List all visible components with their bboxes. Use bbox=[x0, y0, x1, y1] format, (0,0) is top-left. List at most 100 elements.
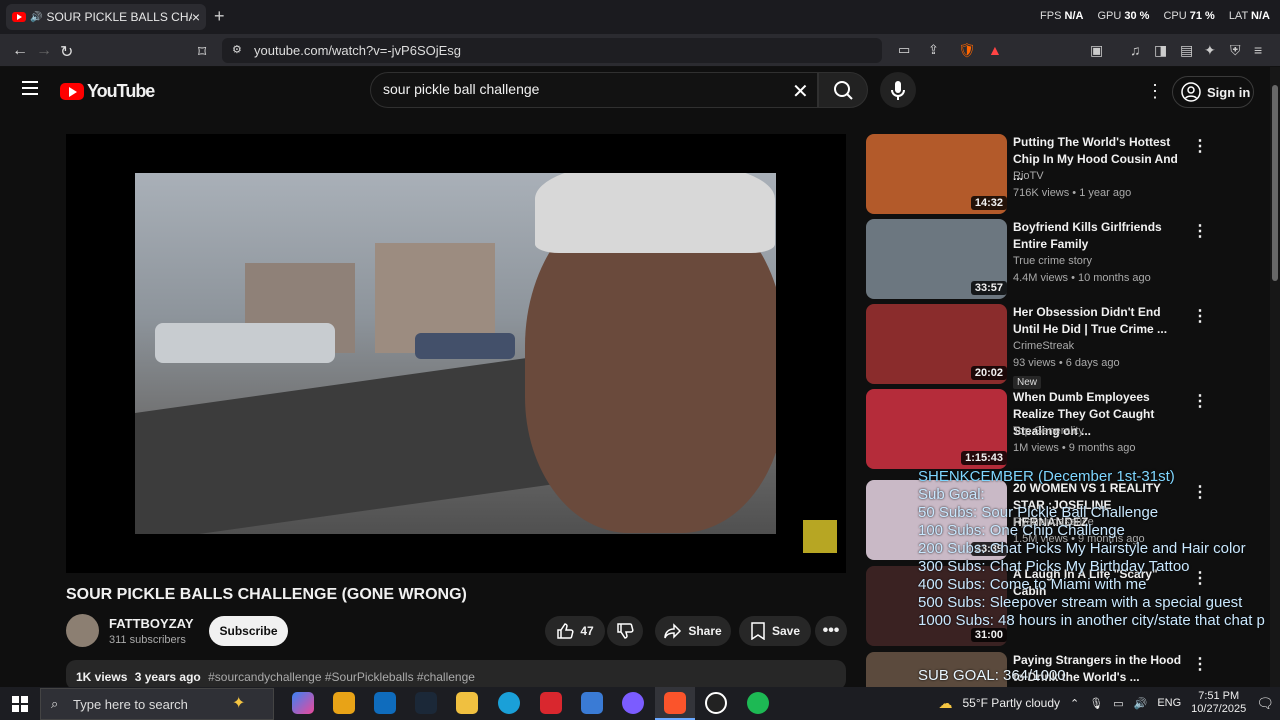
tab-title: SOUR PICKLE BALLS CHALLENGE bbox=[46, 10, 191, 24]
recommended-title[interactable]: Boyfriend Kills Girlfriends Entire Famil… bbox=[1013, 219, 1188, 253]
clock[interactable]: 7:51 PM 10/27/2025 bbox=[1191, 690, 1246, 716]
outlook-icon[interactable] bbox=[374, 692, 396, 714]
hamburger-menu-icon[interactable] bbox=[22, 81, 38, 95]
clock-date: 10/27/2025 bbox=[1191, 703, 1247, 715]
steam-icon[interactable] bbox=[415, 692, 437, 714]
back-icon[interactable]: ← bbox=[12, 42, 28, 60]
video-options-icon[interactable]: ⋮ bbox=[1192, 221, 1208, 241]
recommended-video[interactable]: 1:15:43 When Dumb Employees Realize They … bbox=[866, 389, 1266, 469]
recommended-channel[interactable]: True crime story bbox=[1013, 255, 1092, 267]
channel-watermark[interactable] bbox=[803, 520, 837, 553]
video-options-icon[interactable]: ⋮ bbox=[1192, 654, 1208, 674]
recommended-meta: 716K views • 1 year ago bbox=[1013, 187, 1132, 199]
language-indicator[interactable]: ENG bbox=[1157, 697, 1181, 709]
overlay-goal-list: Sub Goal: 50 Subs: Sour Pickle Ball Chall… bbox=[918, 486, 1265, 630]
recommended-title[interactable]: Her Obsession Didn't End Until He Did | … bbox=[1013, 304, 1188, 338]
volume-icon[interactable]: 🔊 bbox=[1134, 697, 1148, 710]
hashtags[interactable]: #sourcandychallenge #SourPickleballs #ch… bbox=[208, 670, 475, 684]
scrollbar-thumb[interactable] bbox=[1272, 85, 1278, 281]
settings-kebab-icon[interactable]: ⋮ bbox=[1146, 81, 1164, 102]
cpu-value: 71 % bbox=[1189, 10, 1215, 22]
panel-icon[interactable]: ◨ bbox=[1154, 42, 1167, 59]
clock-time: 7:51 PM bbox=[1198, 690, 1240, 702]
weather-icon[interactable]: ☁ bbox=[939, 695, 953, 712]
copilot-icon[interactable] bbox=[292, 692, 314, 714]
lat-label: LAT bbox=[1228, 10, 1248, 22]
recommended-video[interactable]: 20:02 Her Obsession Didn't End Until He D… bbox=[866, 304, 1266, 389]
file-explorer-icon[interactable] bbox=[456, 692, 478, 714]
performance-overlay: FPS N/A GPU 30 % CPU 71 % LAT N/A bbox=[1040, 10, 1270, 22]
recommended-channel[interactable]: CrimeStreak bbox=[1013, 340, 1074, 352]
notifications-icon[interactable]: 🗨 bbox=[1256, 695, 1274, 712]
wps-office-icon[interactable] bbox=[540, 692, 562, 714]
cast-icon[interactable]: ▭ bbox=[898, 42, 910, 58]
windows-start-icon[interactable] bbox=[12, 696, 28, 712]
music-icon[interactable]: ♫ bbox=[1130, 42, 1141, 58]
weather-text[interactable]: 55°F Partly cloudy bbox=[963, 696, 1061, 710]
brave-rewards-icon[interactable]: ▲ bbox=[988, 42, 1002, 58]
gpu-label: GPU bbox=[1097, 10, 1122, 22]
overlay-header: SHENKCEMBER (December 1st-31st) bbox=[918, 468, 1175, 485]
vpn-icon[interactable]: ⛨ bbox=[1230, 42, 1241, 59]
forward-icon[interactable]: → bbox=[36, 42, 52, 60]
new-tab-button[interactable]: + bbox=[214, 6, 225, 27]
search-input[interactable]: sour pickle ball challenge bbox=[370, 72, 818, 108]
wallet-icon[interactable]: ▤ bbox=[1180, 42, 1193, 59]
recommended-meta: 4.4M views • 10 months ago bbox=[1013, 272, 1151, 284]
youtube-logo[interactable]: YouTube bbox=[60, 81, 155, 102]
share-page-icon[interactable]: ⇪ bbox=[928, 42, 939, 58]
store-icon[interactable] bbox=[333, 692, 355, 714]
save-button[interactable]: Save bbox=[739, 616, 811, 646]
page-scrollbar[interactable] bbox=[1270, 67, 1280, 687]
mic-tray-icon[interactable]: 🎙 bbox=[1089, 697, 1103, 710]
channel-name[interactable]: FATTBOYZAY bbox=[109, 616, 194, 631]
sign-in-button[interactable]: Sign in bbox=[1172, 76, 1254, 108]
clear-search-icon[interactable]: ✕ bbox=[792, 79, 809, 104]
like-button[interactable]: 47 bbox=[545, 616, 605, 646]
share-button[interactable]: Share bbox=[655, 616, 731, 646]
video-player[interactable] bbox=[66, 134, 846, 573]
description-box[interactable]: 1K views 3 years ago #sourcandychallenge… bbox=[66, 660, 846, 690]
obs-icon[interactable] bbox=[705, 692, 727, 714]
site-settings-icon[interactable]: ⚙ bbox=[232, 43, 242, 56]
video-options-icon[interactable]: ⋮ bbox=[1192, 306, 1208, 326]
search-glass-icon: ⌕ bbox=[51, 696, 59, 711]
brave-taskbar-button[interactable] bbox=[655, 687, 695, 720]
dislike-button[interactable] bbox=[607, 616, 643, 646]
search-highlight-icon[interactable]: ✦ bbox=[232, 693, 245, 713]
gpu-value: 30 % bbox=[1124, 10, 1150, 22]
bookmark-icon[interactable]: ⌑ bbox=[198, 42, 206, 62]
app-window-icon[interactable] bbox=[581, 692, 603, 714]
recommended-channel[interactable]: Top Generality bbox=[1013, 425, 1084, 437]
more-actions-button[interactable]: ••• bbox=[815, 616, 847, 646]
recommended-video[interactable]: 14:32 Putting The World's Hottest Chip In… bbox=[866, 134, 1266, 214]
speaker-icon[interactable]: 🔊 bbox=[30, 12, 42, 23]
overlay-goal-line: 300 Subs: Chat Picks My Birthday Tattoo bbox=[918, 558, 1190, 575]
search-button[interactable] bbox=[818, 72, 868, 108]
youtube-play-icon bbox=[60, 83, 84, 100]
channel-avatar[interactable] bbox=[66, 614, 99, 647]
duration-badge: 20:02 bbox=[970, 366, 1007, 380]
leo-ai-icon[interactable]: ✦ bbox=[1204, 42, 1216, 59]
reload-icon[interactable]: ↻ bbox=[60, 42, 73, 62]
sub-goal-counter: SUB GOAL: 364/1000 bbox=[918, 667, 1066, 684]
address-bar[interactable]: ⚙ youtube.com/watch?v=-jvP6SOjEsg ▭ ⇪ bbox=[222, 38, 939, 63]
sidebar-toggle-icon[interactable]: ▣ bbox=[1090, 42, 1103, 59]
recommended-video[interactable]: 33:57 Boyfriend Kills Girlfriends Entire … bbox=[866, 219, 1266, 299]
voice-search-button[interactable] bbox=[880, 72, 916, 108]
browser-menu-icon[interactable]: ≡ bbox=[1254, 42, 1262, 58]
browser-tab[interactable]: 🔊 SOUR PICKLE BALLS CHALLENGE × bbox=[6, 4, 206, 30]
tray-overflow-icon[interactable]: ⌃ bbox=[1070, 697, 1079, 710]
recommended-channel[interactable]: RioTV bbox=[1013, 170, 1044, 182]
video-options-icon[interactable]: ⋮ bbox=[1192, 136, 1208, 156]
subscribe-button[interactable]: Subscribe bbox=[209, 616, 288, 646]
close-tab-icon[interactable]: × bbox=[192, 9, 200, 25]
spotify-icon[interactable] bbox=[747, 692, 769, 714]
brave-shields-icon[interactable]: 🛡 bbox=[958, 42, 976, 59]
video-options-icon[interactable]: ⋮ bbox=[1192, 391, 1208, 411]
discord-icon[interactable] bbox=[622, 692, 644, 714]
network-icon[interactable]: ▭ bbox=[1113, 697, 1123, 710]
share-icon bbox=[664, 623, 682, 639]
video-frame[interactable] bbox=[135, 173, 776, 534]
edge-icon[interactable] bbox=[498, 692, 520, 714]
